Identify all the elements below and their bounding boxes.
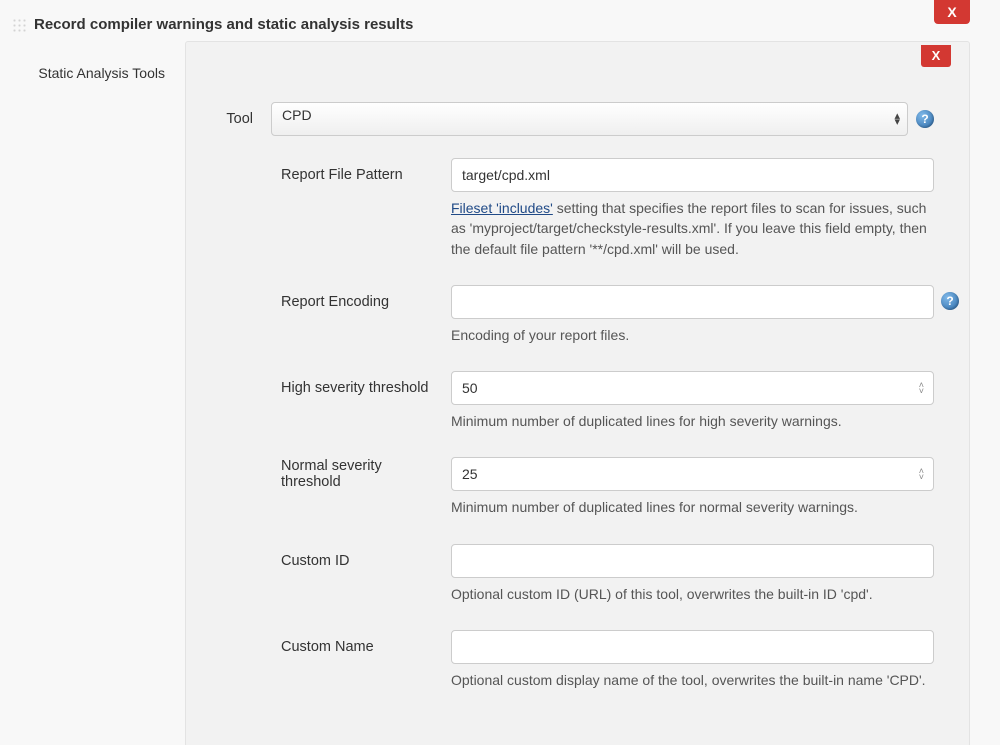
section-title: Record compiler warnings and static anal… bbox=[34, 16, 413, 33]
help-custom-name: Optional custom display name of the tool… bbox=[281, 670, 934, 690]
help-high-threshold: Minimum number of duplicated lines for h… bbox=[281, 411, 934, 431]
custom-id-input[interactable] bbox=[451, 544, 934, 578]
tool-delete-button[interactable]: X bbox=[921, 45, 951, 67]
label-normal-threshold: Normal severity threshold bbox=[281, 458, 451, 490]
row-tool: Tool CPD ▴▾ ? bbox=[221, 102, 934, 136]
custom-name-input[interactable] bbox=[451, 630, 934, 664]
fileset-includes-link[interactable]: Fileset 'includes' bbox=[451, 200, 553, 216]
drag-handle-icon[interactable] bbox=[12, 18, 26, 32]
label-tool: Tool bbox=[221, 111, 271, 127]
tool-config-panel: X Tool CPD ▴▾ ? Report File Pattern bbox=[185, 41, 970, 745]
report-file-pattern-input[interactable] bbox=[451, 158, 934, 192]
section-header: Record compiler warnings and static anal… bbox=[0, 0, 1000, 41]
row-custom-id: Custom ID bbox=[281, 544, 934, 578]
sidebar: Static Analysis Tools bbox=[0, 41, 185, 95]
row-report-file-pattern: Report File Pattern bbox=[281, 158, 934, 192]
help-normal-threshold: Minimum number of duplicated lines for n… bbox=[281, 497, 934, 517]
label-custom-name: Custom Name bbox=[281, 639, 451, 655]
help-report-file-pattern: Fileset 'includes' setting that specifie… bbox=[281, 198, 934, 259]
row-custom-name: Custom Name bbox=[281, 630, 934, 664]
help-custom-id: Optional custom ID (URL) of this tool, o… bbox=[281, 584, 934, 604]
help-icon[interactable]: ? bbox=[941, 292, 959, 310]
label-report-encoding: Report Encoding bbox=[281, 294, 451, 310]
row-high-threshold: High severity threshold ˄˅ bbox=[281, 371, 934, 405]
help-icon[interactable]: ? bbox=[916, 110, 934, 128]
normal-threshold-input[interactable] bbox=[451, 457, 934, 491]
label-custom-id: Custom ID bbox=[281, 553, 451, 569]
row-report-encoding: Report Encoding ? bbox=[281, 285, 934, 319]
config-section: X Record compiler warnings and static an… bbox=[0, 0, 1000, 745]
section-delete-button[interactable]: X bbox=[934, 0, 970, 24]
label-report-file-pattern: Report File Pattern bbox=[281, 167, 451, 183]
row-normal-threshold: Normal severity threshold ˄˅ bbox=[281, 457, 934, 491]
help-report-encoding: Encoding of your report files. bbox=[281, 325, 934, 345]
tool-select[interactable]: CPD bbox=[271, 102, 908, 136]
high-threshold-input[interactable] bbox=[451, 371, 934, 405]
sidebar-item-static-analysis[interactable]: Static Analysis Tools bbox=[0, 61, 175, 85]
report-encoding-input[interactable] bbox=[451, 285, 934, 319]
label-high-threshold: High severity threshold bbox=[281, 380, 451, 396]
